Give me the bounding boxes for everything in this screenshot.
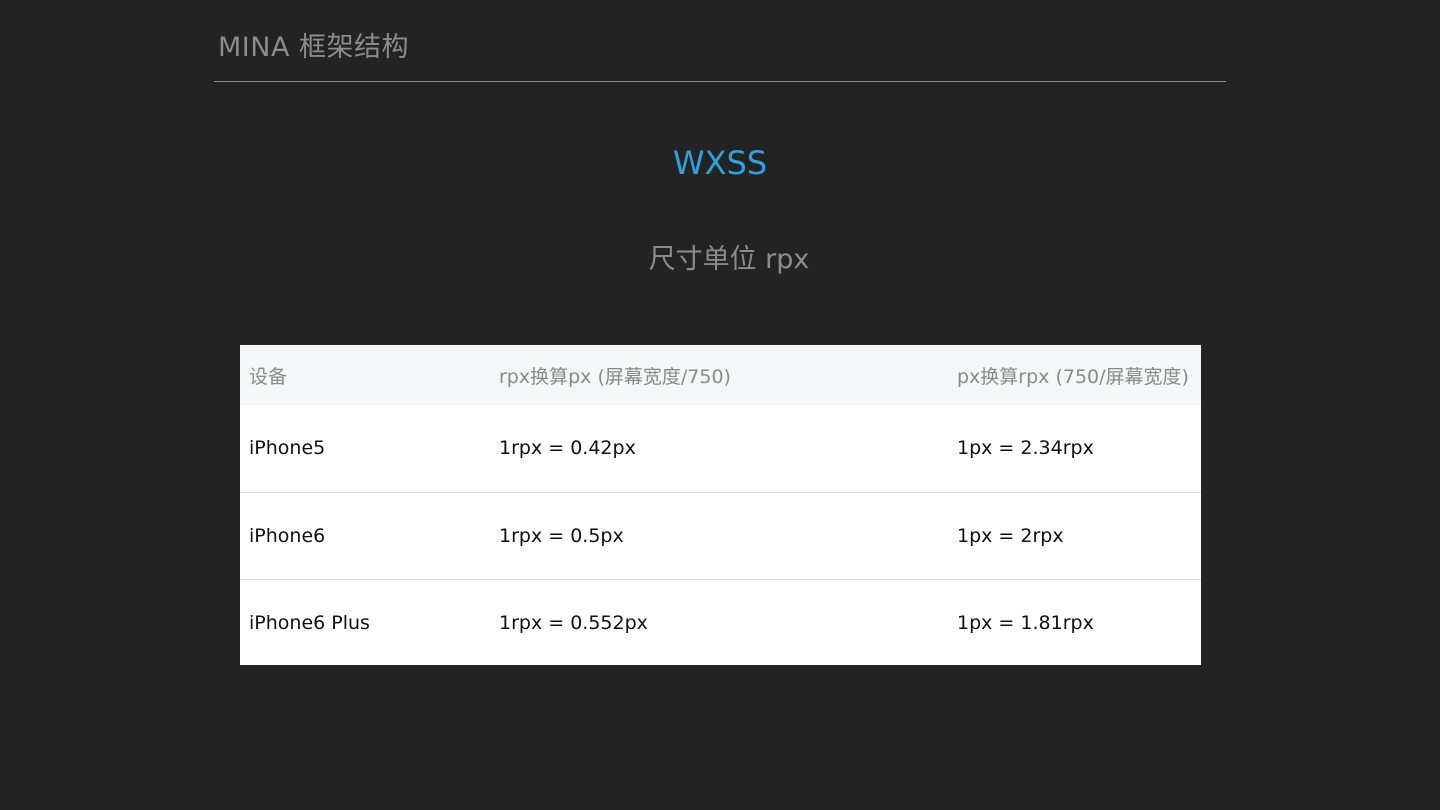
cell-device: iPhone5 bbox=[249, 437, 326, 460]
cell-px-to-rpx: 1px = 2.34rpx bbox=[957, 437, 1094, 460]
cell-rpx-to-px: 1rpx = 0.42px bbox=[499, 437, 636, 460]
slide-header: MINA 框架结构 bbox=[214, 0, 1226, 82]
header-device: 设备 bbox=[249, 365, 288, 388]
conversion-table: 设备 rpx换算px (屏幕宽度/750) px换算rpx (750/屏幕宽度)… bbox=[240, 345, 1201, 666]
cell-rpx-to-px: 1rpx = 0.5px bbox=[490, 491, 948, 579]
header-rpx-to-px: rpx换算px (屏幕宽度/750) bbox=[499, 365, 731, 388]
cell-device: iPhone6 bbox=[240, 491, 490, 579]
header-px-to-rpx: px换算rpx (750/屏幕宽度) bbox=[957, 365, 1189, 388]
table-row: iPhone6 Plus 1rpx = 0.552px 1px = 1.81rp… bbox=[240, 578, 1201, 666]
cell-rpx-to-px: 1rpx = 0.552px bbox=[490, 578, 948, 666]
cell-px-to-rpx: 1px = 1.81rpx bbox=[948, 578, 1201, 666]
slide-subtitle: 尺寸单位 rpx bbox=[648, 244, 810, 275]
cell-px-to-rpx: 1px = 2rpx bbox=[948, 491, 1201, 579]
table-header-row: 设备 rpx换算px (屏幕宽度/750) px换算rpx (750/屏幕宽度) bbox=[240, 345, 1201, 405]
slide-title: WXSS bbox=[672, 144, 768, 182]
header-title: MINA 框架结构 bbox=[218, 32, 410, 63]
cell-device: iPhone6 Plus bbox=[240, 578, 490, 666]
table-row: iPhone5 1rpx = 0.42px 1px = 2.34rpx bbox=[240, 405, 1201, 492]
conversion-table-container: 设备 rpx换算px (屏幕宽度/750) px换算rpx (750/屏幕宽度)… bbox=[240, 345, 1201, 666]
table-row: iPhone6 1rpx = 0.5px 1px = 2rpx bbox=[240, 491, 1201, 579]
